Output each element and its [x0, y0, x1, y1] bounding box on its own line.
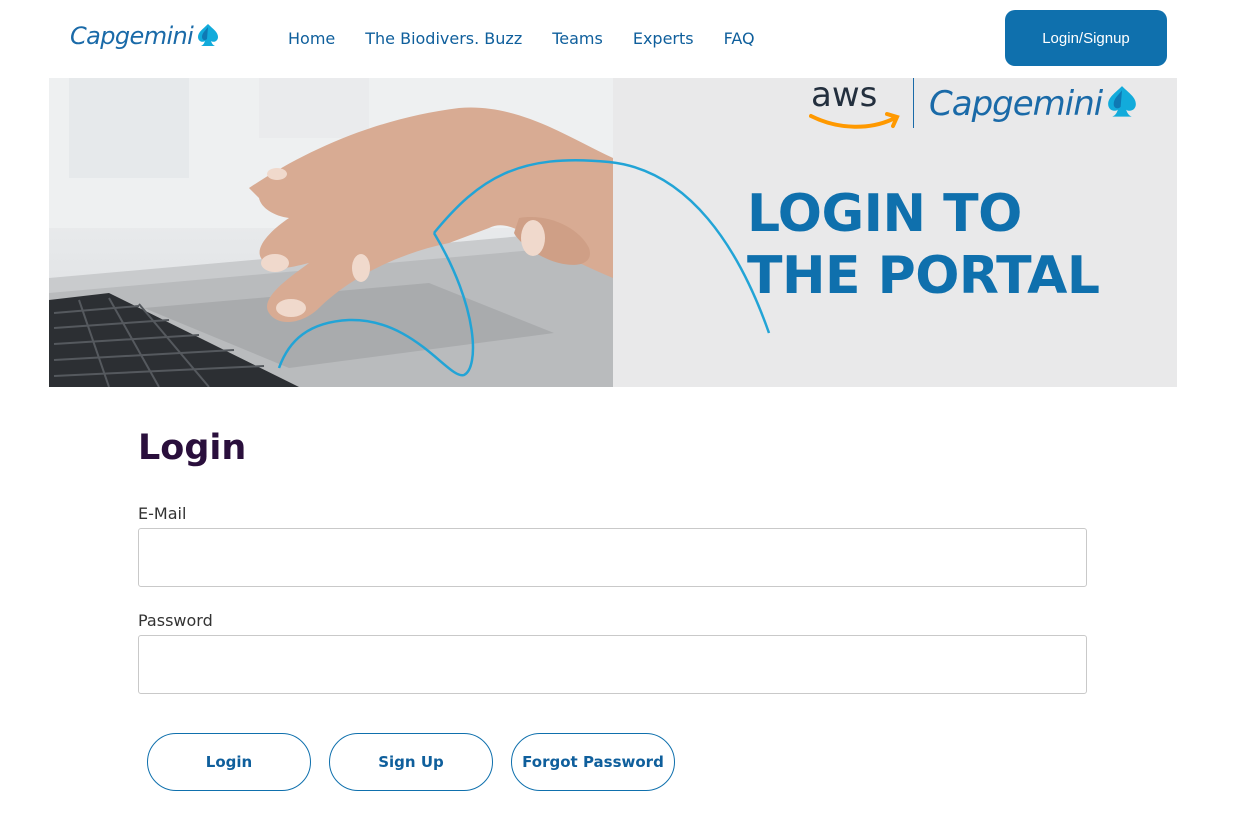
sign-up-button[interactable]: Sign Up	[329, 733, 493, 791]
hero-title: LOGIN TO THE PORTAL	[747, 183, 1167, 307]
login-signup-button[interactable]: Login/Signup	[1005, 10, 1167, 66]
main-nav: Home The Biodivers. Buzz Teams Experts F…	[288, 28, 785, 50]
laptop-illustration	[49, 78, 613, 387]
partner-capgemini-logo: Capgemini	[929, 78, 1140, 130]
nav-experts[interactable]: Experts	[633, 28, 694, 50]
nav-faq[interactable]: FAQ	[724, 28, 755, 50]
partner-logo-text: Capgemini	[929, 84, 1103, 124]
aws-logo: aws	[809, 78, 900, 129]
email-field[interactable]	[138, 528, 1087, 587]
laptop-hand-photo	[49, 78, 613, 387]
login-page: Capgemini Home The Biodivers. Buzz Teams…	[0, 0, 1237, 831]
spade-icon	[1108, 86, 1137, 117]
login-button[interactable]: Login	[147, 733, 311, 791]
nav-teams[interactable]: Teams	[552, 28, 603, 50]
spade-icon	[198, 24, 219, 46]
nav-home[interactable]: Home	[288, 28, 335, 50]
hero-title-line-1: LOGIN TO	[747, 184, 1022, 244]
password-label: Password	[138, 611, 213, 630]
logo-text: Capgemini	[70, 22, 194, 50]
top-navigation-bar: Capgemini Home The Biodivers. Buzz Teams…	[0, 0, 1237, 78]
svg-text:aws: aws	[811, 78, 877, 115]
nav-biodivers-buzz[interactable]: The Biodivers. Buzz	[365, 28, 522, 50]
password-field[interactable]	[138, 635, 1087, 694]
capgemini-logo[interactable]: Capgemini	[70, 18, 221, 54]
email-label: E-Mail	[138, 504, 187, 523]
hero-banner: aws Capgemini LOGIN TO THE PORTAL	[49, 78, 1177, 387]
forgot-password-button[interactable]: Forgot Password	[511, 733, 675, 791]
hero-title-line-2: THE PORTAL	[747, 246, 1100, 306]
brand-divider	[913, 78, 914, 128]
login-heading: Login	[138, 428, 247, 468]
